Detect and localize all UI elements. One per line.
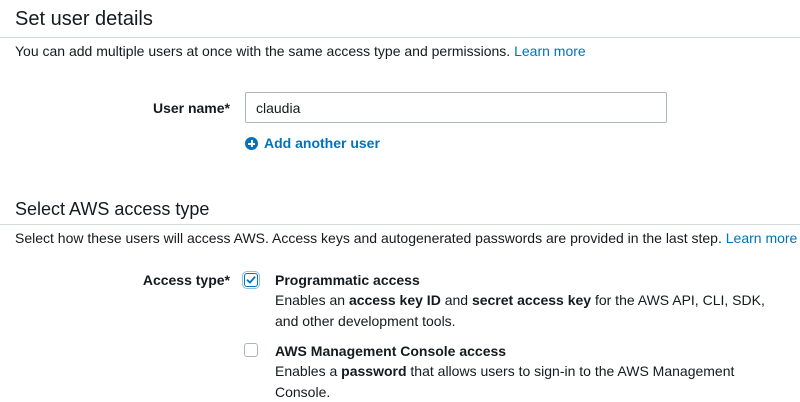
add-another-user-button[interactable]: Add another user bbox=[245, 135, 380, 151]
access-type-label: Access type* bbox=[142, 272, 230, 288]
add-another-user-label: Add another user bbox=[264, 135, 380, 151]
user-details-description: You can add multiple users at once with … bbox=[15, 42, 586, 60]
user-details-description-text: You can add multiple users at once with … bbox=[15, 43, 511, 59]
set-user-details-page: Set user details You can add multiple us… bbox=[0, 0, 800, 402]
access-type-learn-more-link[interactable]: Learn more bbox=[726, 230, 798, 246]
access-type-description: Select how these users will access AWS. … bbox=[15, 229, 797, 247]
desc-text: Enables an bbox=[275, 292, 349, 308]
section-divider bbox=[0, 224, 800, 225]
console-access-description: Enables a password that allows users to … bbox=[275, 361, 775, 402]
desc-bold-text: access key ID bbox=[348, 292, 441, 308]
console-access-checkbox[interactable] bbox=[244, 343, 258, 357]
plus-circle-icon bbox=[245, 136, 258, 150]
section-divider bbox=[0, 37, 800, 38]
programmatic-access-description: Enables an access key ID and secret acce… bbox=[275, 290, 775, 332]
checkmark-icon bbox=[246, 276, 256, 284]
username-label: User name* bbox=[152, 100, 230, 116]
username-input[interactable] bbox=[245, 92, 667, 123]
desc-text: Enables a bbox=[275, 363, 342, 379]
desc-bold-text: secret access key bbox=[471, 292, 592, 308]
console-access-title: AWS Management Console access bbox=[275, 343, 507, 359]
programmatic-access-checkbox[interactable] bbox=[244, 273, 258, 287]
section-title-user-details: Set user details bbox=[15, 8, 153, 30]
desc-bold-text: password bbox=[341, 363, 407, 379]
section-title-access-type: Select AWS access type bbox=[15, 199, 210, 219]
desc-text: and bbox=[440, 292, 472, 308]
user-details-learn-more-link[interactable]: Learn more bbox=[514, 43, 586, 59]
programmatic-access-title: Programmatic access bbox=[275, 272, 420, 288]
access-type-description-text: Select how these users will access AWS. … bbox=[15, 230, 722, 246]
